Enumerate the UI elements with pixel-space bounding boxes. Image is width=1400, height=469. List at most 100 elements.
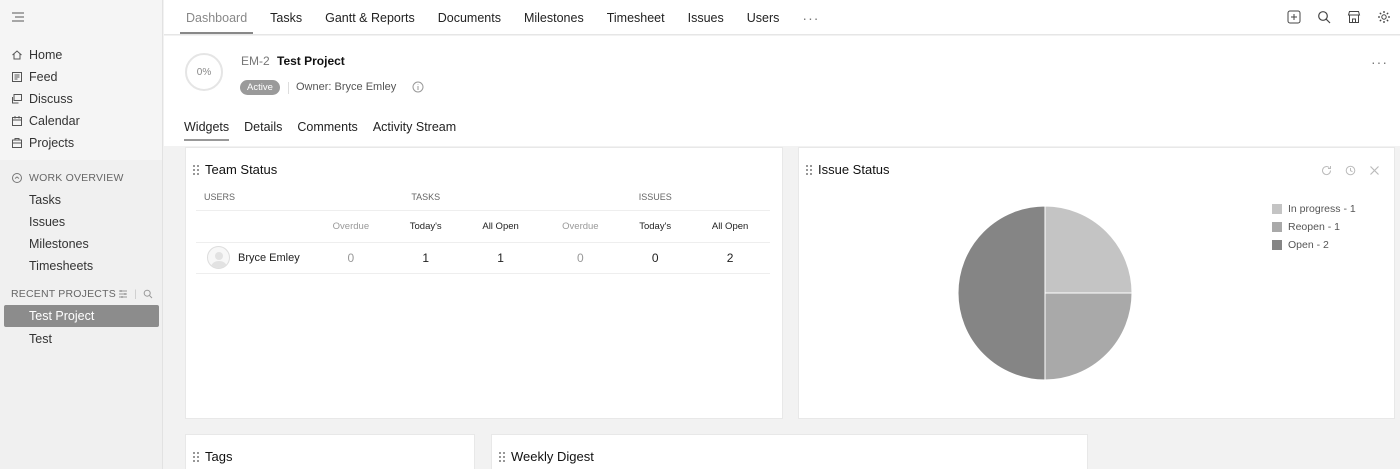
issues-header: ISSUES bbox=[638, 192, 672, 203]
legend-label: Open - 2 bbox=[1288, 239, 1329, 251]
clock-icon[interactable] bbox=[1344, 164, 1356, 176]
status-badge[interactable]: Active bbox=[240, 80, 280, 95]
close-icon[interactable] bbox=[1368, 164, 1380, 176]
more-tabs-button[interactable]: ··· bbox=[802, 0, 819, 35]
separator: | bbox=[134, 288, 137, 300]
project-name: Test Project bbox=[277, 54, 345, 68]
legend-item[interactable]: In progress - 1 bbox=[1272, 200, 1356, 218]
widget-title: Team Status bbox=[205, 162, 278, 177]
tab-gantt-reports[interactable]: Gantt & Reports bbox=[325, 0, 415, 35]
owner-name: Bryce Emley bbox=[334, 81, 397, 93]
column-header: Today's bbox=[639, 220, 672, 232]
legend-swatch bbox=[1272, 240, 1282, 250]
legend-item[interactable]: Open - 2 bbox=[1272, 236, 1356, 254]
sidebar-item-label: Calendar bbox=[29, 114, 80, 128]
search-icon[interactable] bbox=[1316, 9, 1332, 25]
subtab-activity-stream[interactable]: Activity Stream bbox=[373, 120, 456, 140]
column-header: Overdue bbox=[332, 220, 370, 232]
projects-icon bbox=[11, 137, 23, 149]
tab-users[interactable]: Users bbox=[747, 0, 780, 35]
cell-tasks-today[interactable]: 1 bbox=[391, 242, 461, 273]
search-icon[interactable] bbox=[143, 289, 153, 299]
tab-documents[interactable]: Documents bbox=[438, 0, 501, 35]
home-icon bbox=[11, 49, 23, 61]
drag-handle-icon[interactable] bbox=[192, 164, 200, 176]
tasks-header: TASKS bbox=[411, 192, 441, 203]
tab-timesheet[interactable]: Timesheet bbox=[607, 0, 665, 35]
work-overview-tasks[interactable]: Tasks bbox=[0, 189, 163, 211]
progress-indicator: 0% bbox=[185, 53, 223, 91]
legend-label: Reopen - 1 bbox=[1288, 221, 1340, 233]
user-name[interactable]: Bryce Emley bbox=[238, 252, 300, 264]
sidebar-item-feed[interactable]: Feed bbox=[0, 66, 163, 88]
subtab-details[interactable]: Details bbox=[244, 120, 282, 140]
sidebar-item-label: Discuss bbox=[29, 92, 73, 106]
users-header: USERS bbox=[204, 192, 236, 203]
info-icon[interactable] bbox=[412, 81, 424, 93]
work-overview-label: WORK OVERVIEW bbox=[29, 172, 124, 184]
pie-slice-reopen[interactable] bbox=[1044, 292, 1133, 381]
drag-handle-icon[interactable] bbox=[805, 164, 813, 176]
sidebar-item-label: Projects bbox=[29, 136, 75, 150]
subtab-widgets[interactable]: Widgets bbox=[184, 120, 230, 141]
add-icon[interactable] bbox=[1286, 9, 1302, 25]
issue-status-widget: Issue Status In progress - 1 Reopen - 1 … bbox=[798, 147, 1395, 419]
widget-title: Tags bbox=[205, 449, 233, 464]
recent-project-test[interactable]: Test bbox=[0, 328, 163, 350]
chart-legend: In progress - 1 Reopen - 1 Open - 2 bbox=[1272, 200, 1356, 254]
recent-project-test-project[interactable]: Test Project bbox=[4, 305, 159, 327]
sidebar-item-label: Feed bbox=[29, 70, 58, 84]
project-owner: Owner: Bryce Emley bbox=[296, 81, 396, 93]
avatar[interactable] bbox=[207, 246, 230, 269]
drag-handle-icon[interactable] bbox=[498, 451, 506, 463]
sidebar-item-projects[interactable]: Projects bbox=[0, 132, 163, 154]
recent-projects-heading: RECENT PROJECTS | bbox=[0, 283, 163, 305]
work-overview-milestones[interactable]: Milestones bbox=[0, 233, 163, 255]
sidebar-item-calendar[interactable]: Calendar bbox=[0, 110, 163, 132]
legend-item[interactable]: Reopen - 1 bbox=[1272, 218, 1356, 236]
tab-issues[interactable]: Issues bbox=[688, 0, 724, 35]
user-avatar-icon bbox=[210, 252, 227, 268]
work-overview-timesheets[interactable]: Timesheets bbox=[0, 255, 163, 277]
column-header: All Open bbox=[482, 220, 519, 232]
sidebar-item-label: Home bbox=[29, 48, 63, 62]
marketplace-icon[interactable] bbox=[1346, 9, 1362, 25]
cell-tasks-all-open[interactable]: 1 bbox=[461, 242, 541, 273]
tab-dashboard[interactable]: Dashboard bbox=[179, 0, 254, 35]
cell-tasks-overdue[interactable]: 0 bbox=[311, 242, 391, 273]
pie-slice-in-progress[interactable] bbox=[1044, 205, 1133, 294]
filter-icon[interactable] bbox=[118, 289, 128, 299]
sidebar-item-home[interactable]: Home bbox=[0, 44, 163, 66]
column-header: Today's bbox=[409, 220, 442, 232]
refresh-icon[interactable] bbox=[1320, 164, 1332, 176]
feed-icon bbox=[11, 71, 23, 83]
pie-slice-open[interactable] bbox=[957, 205, 1046, 381]
calendar-icon bbox=[11, 115, 23, 127]
work-overview-icon bbox=[11, 172, 23, 184]
widget-title: Weekly Digest bbox=[511, 449, 594, 464]
cell-issues-today[interactable]: 0 bbox=[620, 242, 690, 273]
drag-handle-icon[interactable] bbox=[192, 451, 200, 463]
sidebar-item-discuss[interactable]: Discuss bbox=[0, 88, 163, 110]
project-header: 0% EM-2 Test Project Active Owner: Bryce… bbox=[164, 36, 1400, 146]
cell-issues-overdue[interactable]: 0 bbox=[540, 242, 620, 273]
tab-milestones[interactable]: Milestones bbox=[524, 0, 584, 35]
widget-title: Issue Status bbox=[818, 162, 890, 177]
menu-toggle-icon[interactable] bbox=[11, 11, 25, 23]
legend-label: In progress - 1 bbox=[1288, 203, 1356, 215]
column-header: Overdue bbox=[562, 220, 599, 232]
recent-projects-label: RECENT PROJECTS bbox=[11, 288, 116, 300]
tab-tasks[interactable]: Tasks bbox=[270, 0, 302, 35]
team-status-widget: Team Status USERS TASKS ISSUES Overdue T… bbox=[185, 147, 783, 419]
work-overview-issues[interactable]: Issues bbox=[0, 211, 163, 233]
cell-issues-all-open[interactable]: 2 bbox=[690, 242, 770, 273]
more-options-button[interactable]: ··· bbox=[1371, 54, 1388, 70]
settings-gear-icon[interactable] bbox=[1376, 9, 1392, 25]
sidebar: Home Feed Discuss Calendar Projects WORK… bbox=[0, 0, 163, 469]
owner-label: Owner: bbox=[296, 81, 332, 93]
column-header: All Open bbox=[711, 220, 749, 232]
project-id: EM-2 bbox=[241, 54, 270, 68]
table-row: Bryce Emley 0 1 1 0 0 2 bbox=[196, 242, 770, 273]
subtab-comments[interactable]: Comments bbox=[297, 120, 357, 140]
team-status-table: USERS TASKS ISSUES Overdue Today's All O… bbox=[196, 185, 770, 274]
